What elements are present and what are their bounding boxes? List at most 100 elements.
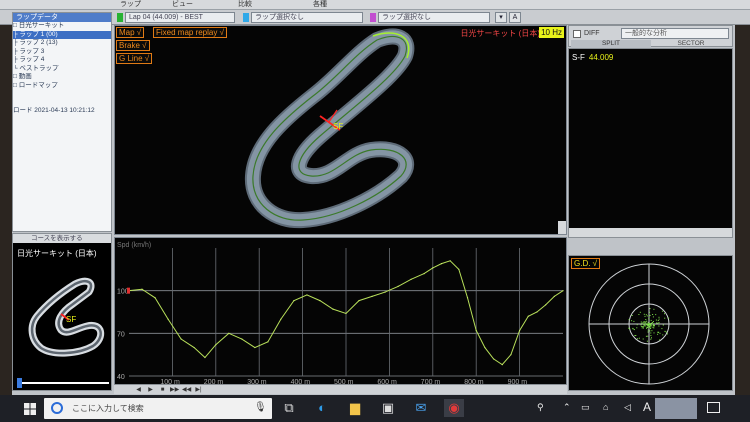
tree-item[interactable]	[13, 99, 111, 108]
g-point	[652, 325, 654, 327]
g-circle-plot	[588, 263, 710, 385]
brake-toggle-button[interactable]: Brake √	[116, 40, 150, 51]
gline-toggle-button[interactable]: G Line √	[116, 53, 153, 64]
tree-item[interactable]	[13, 90, 111, 99]
play-button[interactable]: ▶	[146, 386, 155, 394]
tree-item[interactable]: ├ ラップ 3	[13, 48, 111, 57]
g-point	[646, 327, 647, 329]
network-icon[interactable]: ⌂	[603, 402, 608, 412]
tray-chevron-icon[interactable]: ⌃	[563, 402, 571, 413]
speed-point	[267, 341, 269, 343]
people-icon[interactable]: ⚲	[537, 402, 544, 413]
g-point	[656, 322, 658, 324]
speed-point	[141, 288, 143, 290]
g-point	[642, 321, 644, 323]
tree-item[interactable]: └ ベストラップ	[13, 65, 111, 74]
speed-point	[332, 308, 334, 310]
analysis-select[interactable]: 一般的な分析	[621, 28, 729, 39]
windows-start-icon[interactable]	[24, 403, 36, 415]
compare-lap-select[interactable]: ラップ選択なし	[251, 12, 363, 23]
taskbar: ここに入力して検索 🎙 ⧉ ◐ ▆ ▣ ✉ ◉ ⚲ ⌃ ▭ ⌂ ◁ A	[0, 395, 750, 422]
g-point	[636, 327, 638, 329]
g-point	[658, 325, 660, 327]
compare2-lap-select[interactable]: ラップ選択なし	[378, 12, 490, 23]
minimap-slider-thumb[interactable]	[17, 378, 22, 388]
ime-indicator[interactable]: A	[643, 400, 651, 414]
g-point	[635, 335, 637, 336]
g-point	[655, 319, 657, 321]
taskbar-search-box[interactable]: ここに入力して検索 🎙	[44, 398, 272, 419]
clock-area[interactable]	[655, 398, 697, 419]
g-diagram-panel: G.D. √	[568, 255, 733, 391]
g-point	[652, 314, 654, 315]
g-point	[651, 337, 652, 339]
g-point	[638, 337, 640, 339]
toolbar: Lap 04 (44.009) - BEST ラップ選択なし ラップ選択なし ▾…	[0, 10, 750, 25]
tree-item[interactable]: ロード 2021-04-13 10:21:12	[13, 107, 111, 116]
analysis-app-icon[interactable]: ◉	[444, 399, 464, 417]
g-point	[636, 324, 638, 326]
fixed-map-replay-button[interactable]: Fixed map replay √	[153, 27, 227, 38]
map-scroll-control[interactable]	[558, 221, 566, 234]
map-toggle-button[interactable]: Map √	[116, 27, 145, 38]
tab-sector[interactable]: SECTOR	[651, 40, 731, 48]
speed-point	[432, 267, 434, 269]
file-explorer-icon[interactable]: ▆	[346, 399, 364, 417]
menu-item-compare[interactable]: 比較	[238, 0, 252, 9]
split-row: S-F 44.009	[572, 53, 613, 62]
lap-select[interactable]: Lap 04 (44.009) - BEST	[125, 12, 235, 23]
g-point	[641, 322, 643, 324]
g-point	[650, 319, 652, 321]
tab-split[interactable]: SPLIT	[571, 40, 651, 48]
g-point	[664, 313, 665, 315]
speed-point	[358, 300, 360, 302]
split-label: S-F	[572, 53, 585, 62]
minimap-panel: コースを表示する 日光サーキット (日本) SF	[12, 233, 112, 391]
store-icon[interactable]: ▣	[379, 399, 397, 417]
volume-icon[interactable]: ◁	[624, 402, 631, 413]
tree-item[interactable]: □ ロードマップ	[13, 82, 111, 91]
minimap-header[interactable]: コースを表示する	[13, 234, 111, 243]
g-point	[628, 327, 630, 329]
g-point	[664, 317, 666, 319]
split-scrollbar[interactable]	[569, 228, 732, 237]
speed-graph-panel[interactable]: 100 70 40 100 m 200 m 300 m 400 m 500 m 600 m 700…	[114, 237, 567, 385]
speed-point	[167, 318, 169, 320]
tree-item[interactable]: □ 動画	[13, 73, 111, 82]
tree-item[interactable]: ├ ラップ 4	[13, 56, 111, 65]
speed-point	[241, 338, 243, 340]
end-button[interactable]: ▶|	[194, 386, 203, 394]
speed-point	[345, 312, 347, 315]
tree-item[interactable]: ├ ラップ 1 (00)	[13, 30, 111, 39]
g-point	[645, 321, 647, 323]
stop-button[interactable]: ■	[158, 386, 167, 394]
g-point	[658, 316, 660, 318]
prev-frame-button[interactable]: ◀	[134, 386, 143, 394]
speed-point	[319, 300, 321, 302]
fast-forward-button[interactable]: ▶▶	[170, 386, 179, 394]
tree-item[interactable]: ├ ラップ 2 (13)	[13, 39, 111, 48]
g-point	[661, 310, 663, 312]
tree-item[interactable]: □ 日光サーキット	[13, 22, 111, 31]
g-point	[648, 324, 650, 325]
g-point	[647, 324, 649, 326]
menu-item-view[interactable]: ビュー	[172, 0, 193, 9]
rewind-button[interactable]: ◀◀	[182, 386, 191, 394]
mail-icon[interactable]: ✉	[412, 399, 430, 417]
notification-icon[interactable]	[707, 402, 720, 413]
g-point	[653, 308, 655, 310]
task-view-icon[interactable]: ⧉	[280, 399, 298, 417]
menu-item-lap[interactable]: ラップ	[120, 0, 141, 9]
toolbar-tool-button[interactable]: ▾	[495, 12, 507, 23]
lap-tree-panel: ラップデータ □ 日光サーキット ├ ラップ 1 (00) ├ ラップ 2 (1…	[12, 12, 112, 232]
speed-point	[440, 263, 443, 265]
zoom-button[interactable]: A	[509, 12, 521, 23]
diff-checkbox[interactable]	[573, 30, 581, 38]
map-panel[interactable]: SF Map √ Fixed map replay √ Brake √ G Li…	[114, 25, 567, 235]
menu-item-misc[interactable]: 各種	[313, 0, 327, 9]
edge-browser-icon[interactable]: ◐	[313, 399, 331, 417]
microphone-icon[interactable]: 🎙	[254, 402, 267, 413]
battery-icon[interactable]: ▭	[581, 402, 590, 413]
g-point	[659, 332, 661, 334]
g-point	[649, 324, 651, 326]
